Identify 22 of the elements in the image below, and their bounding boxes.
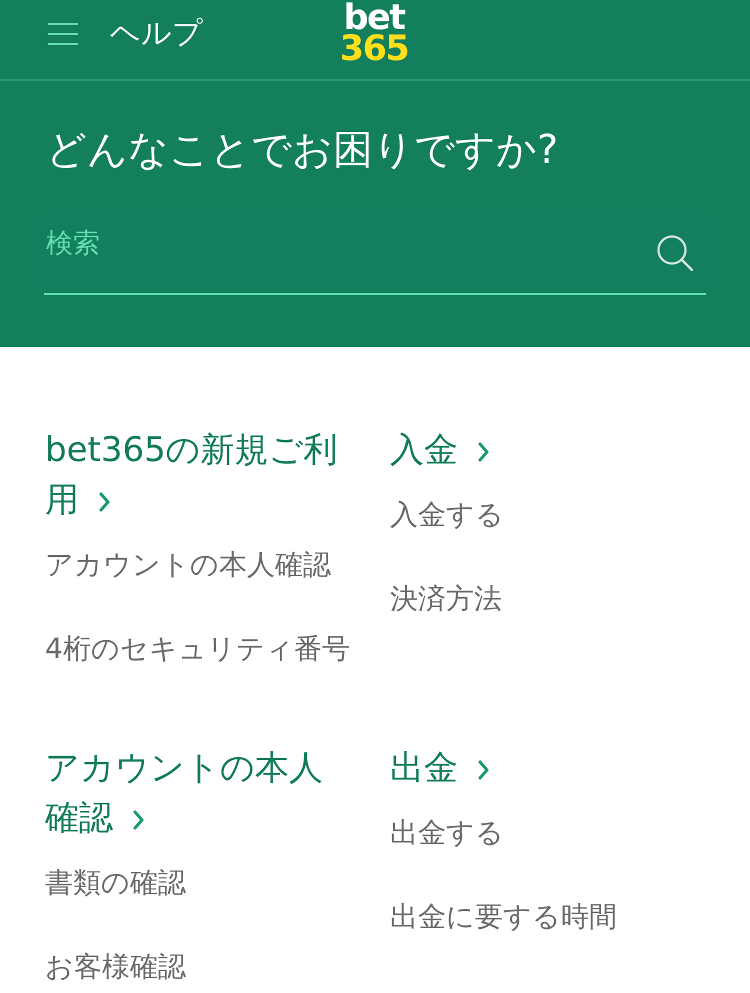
topic-link[interactable]: 決済方法 bbox=[390, 579, 502, 619]
topic-heading-link[interactable]: 出金 bbox=[390, 743, 705, 793]
topic-link[interactable]: アカウントの本人確認 bbox=[45, 545, 331, 585]
page-title: ヘルプ bbox=[110, 15, 203, 53]
chevron-right-icon bbox=[478, 442, 489, 462]
search-input[interactable]: 検索 bbox=[46, 223, 657, 263]
topic-heading-link[interactable]: 入金 bbox=[390, 425, 705, 475]
search-icon[interactable] bbox=[657, 235, 693, 271]
topic-link[interactable]: 出金する bbox=[390, 813, 504, 853]
brand-logo[interactable]: bet 365 bbox=[340, 0, 408, 65]
chevron-right-icon bbox=[133, 810, 144, 830]
topic-link[interactable]: 出金に要する時間 bbox=[390, 897, 617, 937]
topic-link[interactable]: 4桁のセキュリティ番号 bbox=[45, 629, 350, 669]
menu-icon[interactable] bbox=[48, 23, 78, 45]
topic-link[interactable]: お客様確認 bbox=[45, 947, 186, 987]
topic-heading-link[interactable]: bet365の新規ご利用 bbox=[45, 425, 345, 525]
chevron-right-icon bbox=[99, 492, 110, 512]
chevron-right-icon bbox=[478, 760, 489, 780]
topic-link[interactable]: 入金する bbox=[390, 495, 504, 535]
topic-link[interactable]: 書類の確認 bbox=[45, 863, 186, 903]
topic-heading-link[interactable]: アカウントの本人確認 bbox=[45, 743, 345, 843]
hero-heading: どんなことでお困りですか? bbox=[46, 126, 560, 175]
